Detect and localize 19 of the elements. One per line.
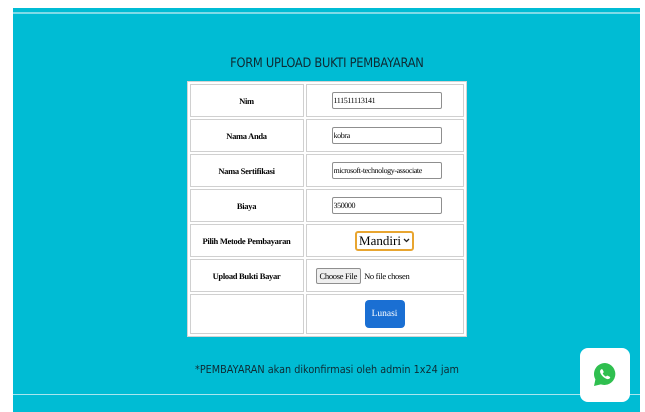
confirmation-note: *PEMBAYARAN akan dikonfirmasi oleh admin 1x24 jam [194, 363, 458, 376]
input-field[interactable]: microsoft-technology-associate [332, 162, 442, 179]
input-field[interactable]: 111511113141 [332, 92, 442, 109]
chat-phone-icon [592, 361, 618, 389]
field-label: Upload Bukti Bayar [190, 259, 304, 292]
field-label: Nama Anda [190, 119, 304, 152]
payment-method-select[interactable]: Mandiri [355, 230, 414, 250]
field-label: Biaya [190, 189, 304, 222]
field-label: Nama Sertifikasi [190, 154, 304, 187]
file-status: No file chosen [364, 270, 410, 280]
field-label: Nim [190, 84, 304, 117]
choose-file-button[interactable]: Choose File [316, 268, 362, 284]
input-field[interactable]: kobra [332, 127, 442, 144]
form-title: FORM UPLOAD BUKTI PEMBAYARAN [230, 56, 424, 71]
submit-button[interactable]: Lunasi [364, 300, 404, 328]
caret-icon [402, 238, 410, 243]
field-label: Pilih Metode Pembayaran [190, 224, 304, 257]
input-field[interactable]: 350000 [332, 197, 442, 214]
whatsapp-button[interactable] [580, 348, 630, 402]
